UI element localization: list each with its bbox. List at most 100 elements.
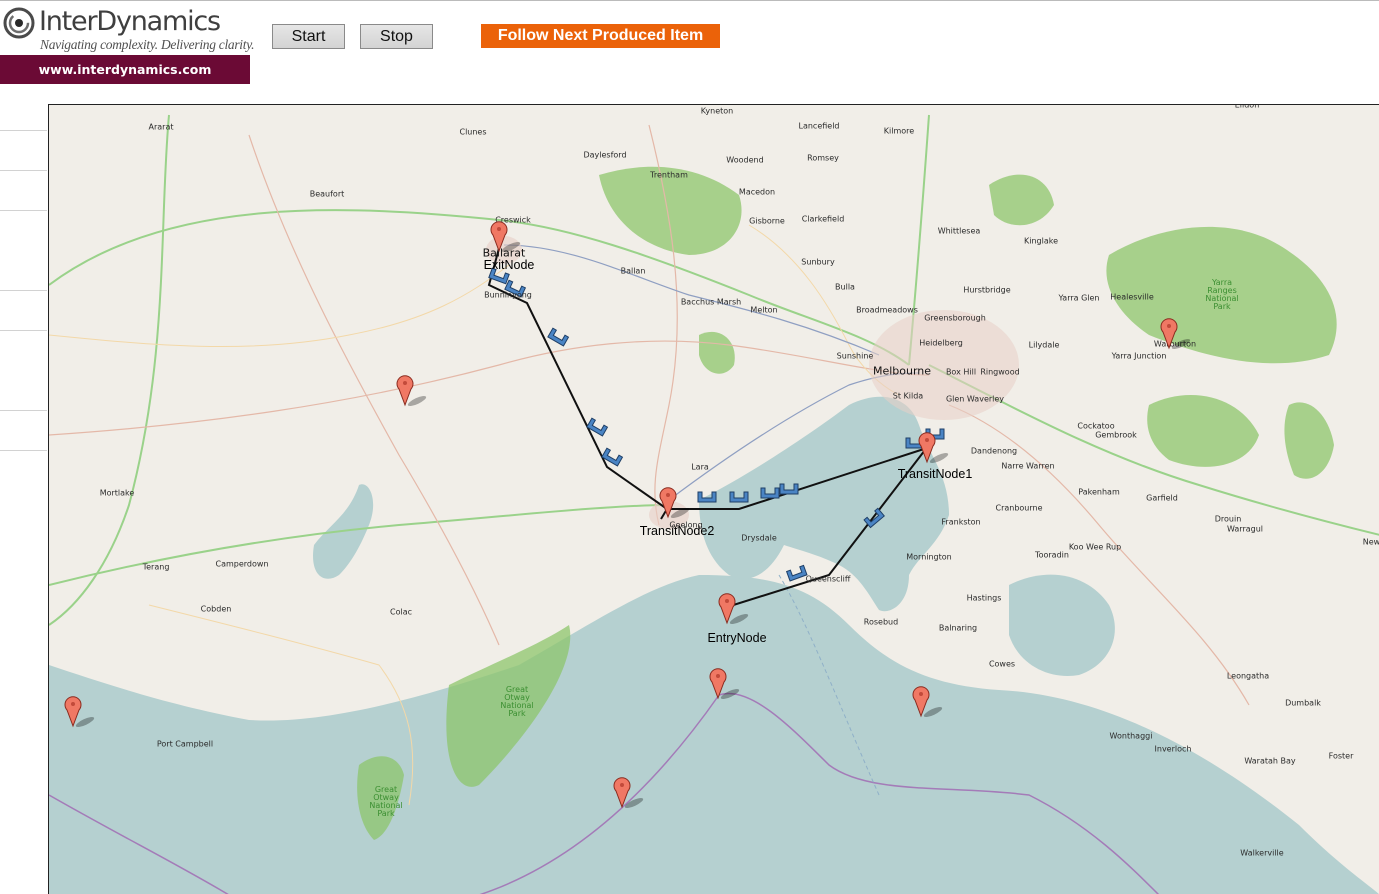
place-label: Garfield	[1146, 493, 1178, 503]
item-tray-icon	[760, 487, 780, 499]
inland-west-marker[interactable]	[395, 374, 435, 408]
southern-ocean	[49, 575, 1379, 894]
place-label: Lilydale	[1028, 340, 1060, 350]
interdynamics-logo: InterDynamics Navigating complexity. Del…	[0, 2, 255, 84]
park-label: Great Otway National Park	[500, 685, 534, 718]
map-pin-icon	[718, 593, 749, 625]
guide-line	[0, 130, 47, 131]
phillip-island-marker[interactable]	[911, 685, 951, 719]
place-label: Kyneton	[700, 106, 734, 116]
place-label: Hastings	[966, 593, 1002, 603]
place-label: Colac	[389, 607, 413, 617]
place-label: Leongatha	[1226, 671, 1270, 681]
place-label: Melton	[750, 305, 778, 315]
logo-swirl-icon	[3, 7, 35, 39]
map-pin-icon	[1160, 318, 1191, 350]
place-label: Newb	[1362, 537, 1379, 547]
place-label: Drysdale	[741, 533, 777, 543]
place-label: Box Hill	[945, 367, 977, 377]
warburton-marker[interactable]	[1159, 317, 1199, 351]
place-label: Walkerville	[1240, 848, 1284, 858]
highway-road	[49, 114, 170, 626]
park-label: Great Otway National Park	[369, 785, 403, 818]
park-area	[599, 166, 742, 255]
exit-node-marker[interactable]	[489, 220, 529, 254]
place-label: Cobden	[200, 604, 232, 614]
place-label: Ringwood	[980, 367, 1020, 377]
map-pin-icon	[912, 686, 943, 718]
place-label: Mornington	[906, 552, 952, 562]
place-label: Kilmore	[883, 126, 915, 136]
place-label: Warragul	[1226, 524, 1264, 534]
place-label: Balnaring	[938, 623, 978, 633]
place-label: Eildon	[1234, 104, 1260, 110]
place-label: Romsey	[807, 153, 839, 163]
place-label: Whittlesea	[937, 226, 981, 236]
place-label: Camperdown	[215, 559, 269, 569]
place-label: Hurstbridge	[963, 285, 1011, 295]
place-label: Ararat	[148, 122, 174, 132]
place-label: Gisborne	[749, 216, 785, 226]
map-pin-icon	[659, 487, 690, 519]
place-label: Frankston	[941, 517, 981, 527]
place-label: Waratah Bay	[1244, 756, 1296, 766]
bass-strait-marker[interactable]	[612, 776, 652, 810]
place-label: Yarra Junction	[1111, 351, 1167, 361]
item-tray-icon	[779, 483, 799, 495]
node-label: TransitNode1	[897, 467, 973, 481]
follow-next-produced-item-button[interactable]: Follow Next Produced Item	[481, 24, 720, 48]
place-label: Wonthaggi	[1109, 731, 1153, 741]
map-pin-icon	[709, 668, 740, 700]
map-view[interactable]: Ararat Clunes Kyneton Lancefield Kilmore Dayl…	[48, 104, 1379, 894]
entry-node-marker[interactable]	[717, 592, 757, 626]
place-label: Cockatoo	[1077, 421, 1115, 431]
transit-node1-marker[interactable]	[917, 431, 957, 465]
place-label: Greensborough	[924, 313, 986, 323]
start-button[interactable]: Start	[272, 24, 345, 49]
place-label: Cowes	[988, 659, 1016, 669]
place-label: Bulla	[835, 282, 855, 292]
place-label: Ballan	[620, 266, 646, 276]
park-label: Yarra Ranges National Park	[1205, 278, 1239, 311]
place-label: St Kilda	[892, 391, 924, 401]
place-label: Gembrook	[1095, 430, 1137, 440]
item-tray-icon	[697, 491, 717, 503]
main-road	[49, 340, 930, 436]
map-pin-icon	[613, 777, 644, 809]
place-label: Heidelberg	[919, 338, 963, 348]
map-pin-icon	[64, 696, 95, 728]
guide-line	[0, 210, 47, 211]
place-label: Foster	[1328, 751, 1354, 761]
guide-line	[0, 330, 47, 331]
place-label: Melbourne	[872, 364, 932, 378]
place-label: Clarkefield	[801, 214, 845, 224]
stop-button[interactable]: Stop	[360, 24, 433, 49]
place-label: Mortlake	[99, 488, 135, 498]
place-label: Broadmeadows	[856, 305, 918, 315]
guide-line	[0, 410, 47, 411]
place-label: Macedon	[738, 187, 776, 197]
place-label: Inverloch	[1154, 744, 1192, 754]
place-label: Dandenong	[970, 446, 1018, 456]
place-label: Drouin	[1214, 514, 1242, 524]
place-label: Terang	[142, 562, 170, 572]
place-label: Rosebud	[863, 617, 899, 627]
place-label: Bunninyong	[484, 290, 532, 300]
minor-road	[49, 264, 510, 348]
transit-node2-marker[interactable]	[658, 486, 698, 520]
guide-line	[0, 450, 47, 451]
place-label: Healesville	[1110, 292, 1154, 302]
place-label: Pakenham	[1078, 487, 1120, 497]
place-label: Daylesford	[583, 150, 627, 160]
park-area	[1284, 402, 1334, 479]
coast-west-marker[interactable]	[63, 695, 103, 729]
guide-line	[0, 170, 47, 171]
node-label: TransitNode2	[639, 524, 715, 538]
place-label: Narre Warren	[1001, 461, 1055, 471]
place-label: Glen Waverley	[945, 394, 1005, 404]
place-label: Woodend	[726, 155, 764, 165]
logo-tagline: Navigating complexity. Delivering clarit…	[40, 37, 255, 52]
node-label: EntryNode	[707, 631, 767, 645]
offshore-marker[interactable]	[708, 667, 748, 701]
logo-url-link[interactable]: www.interdynamics.com	[0, 55, 250, 84]
